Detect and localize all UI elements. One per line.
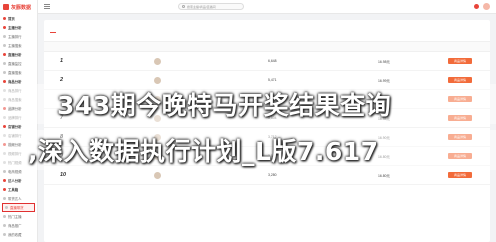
sidebar-item-goods-promo[interactable]: 商品推广	[0, 221, 37, 230]
sidebar-item-live-analysis[interactable]: 直播分析	[0, 50, 37, 59]
bullet-icon	[3, 233, 6, 236]
top-right-area	[474, 3, 490, 10]
fans-cell: 3,280	[268, 173, 277, 177]
fans-cell: 6,648	[268, 59, 277, 63]
sidebar-item-live-monitor[interactable]: 直播监控	[0, 59, 37, 68]
bullet-icon	[3, 44, 6, 47]
sidebar-item-live-selling[interactable]: 直播带货	[2, 203, 35, 212]
table-header	[44, 42, 490, 52]
bullet-icon	[3, 197, 6, 200]
sidebar-item-anchor-search[interactable]: 主播搜索	[0, 41, 37, 50]
avatar	[154, 171, 161, 179]
anchor-icon	[3, 26, 6, 29]
overlay-banner-line2: ,深入数据执行计划_L版7.617	[0, 130, 496, 170]
anchor-cell	[154, 57, 268, 65]
bullet-icon	[5, 206, 8, 209]
overlay-title-line1: 343期今晚特马开奖结果查询	[57, 91, 392, 120]
talent-icon	[3, 179, 6, 182]
sidebar-item-toolbox[interactable]: 工具箱	[0, 185, 37, 194]
app-logo[interactable]: 灰豚数据	[0, 0, 37, 14]
sidebar-item-talent-analysis[interactable]: 达人分析	[0, 176, 37, 185]
brand-logo-icon	[3, 4, 9, 10]
detail-button[interactable]: 商品详情	[448, 172, 472, 178]
sidebar-item-selling-talent[interactable]: 带货达人	[0, 194, 37, 203]
rank-cell: 10	[60, 172, 67, 178]
detail-button[interactable]: 商品详情	[448, 58, 472, 64]
sidebar-item-live-search[interactable]: 直播搜索	[0, 68, 37, 77]
sidebar-item-home[interactable]: 首页	[0, 14, 37, 23]
menu-icon[interactable]	[44, 4, 50, 9]
search-placeholder: 搜索主播/商品/直播间	[187, 4, 216, 9]
rank-cell: 1	[60, 58, 64, 64]
avatar	[154, 57, 161, 65]
bullet-icon	[3, 224, 6, 227]
toolbox-icon	[3, 188, 6, 191]
price-cell: 16.80元	[378, 173, 390, 178]
price-cell: 16.99元	[378, 78, 390, 83]
home-icon	[3, 17, 6, 20]
bullet-icon	[3, 35, 6, 38]
table-row[interactable]: 1 6,648 16.98元 商品详情	[44, 52, 490, 71]
action-cell: 商品详情	[418, 77, 490, 83]
logo-text: 灰豚数据	[11, 4, 32, 11]
bullet-icon	[3, 170, 6, 173]
detail-button[interactable]: 商品详情	[448, 77, 472, 83]
bullet-icon	[3, 71, 6, 74]
goods-icon	[3, 80, 6, 83]
price-cell: 16.98元	[378, 59, 390, 64]
fans-cell: 5,471	[268, 78, 277, 82]
avatar[interactable]	[483, 3, 490, 10]
action-cell: 商品详情	[418, 172, 490, 178]
avatar	[154, 76, 161, 84]
sidebar-item-anchor-rank[interactable]: 主播排行	[0, 32, 37, 41]
anchor-cell	[154, 76, 268, 84]
top-bar: 搜索主播/商品/直播间	[38, 0, 496, 14]
action-cell: 商品详情	[418, 58, 490, 64]
sidebar-item-anchor-analysis[interactable]: 主播分析	[0, 23, 37, 32]
sidebar-item-favorites[interactable]: 我的收藏	[0, 230, 37, 239]
rank-cell: 2	[60, 77, 64, 83]
bullet-icon	[3, 62, 6, 65]
notification-icon[interactable]	[474, 4, 479, 9]
tab-active[interactable]	[50, 28, 56, 33]
sidebar-item-hot-anchor[interactable]: 热门主播	[0, 212, 37, 221]
shop-icon	[3, 125, 6, 128]
search-input[interactable]: 搜索主播/商品/直播间	[178, 3, 244, 10]
live-icon	[3, 53, 6, 56]
overlay-title-line2: ,深入数据执行计划_L版7.617	[28, 137, 379, 166]
anchor-cell	[154, 171, 268, 179]
tab-row	[44, 20, 490, 42]
overlay-banner-line1: 343期今晚特马开奖结果查询	[0, 84, 496, 124]
bullet-icon	[3, 215, 6, 218]
search-icon	[182, 5, 185, 8]
